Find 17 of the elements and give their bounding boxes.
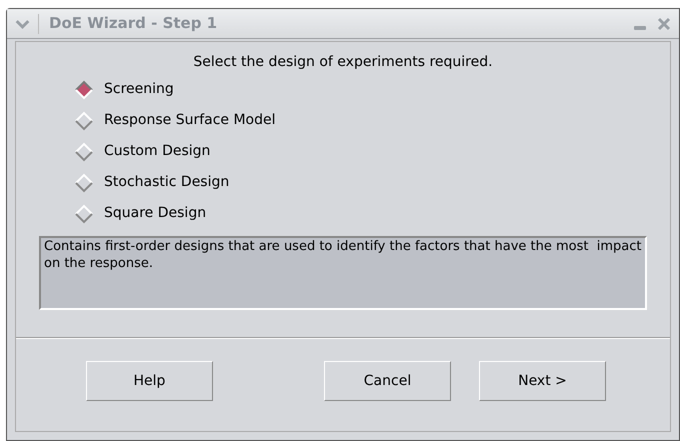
- close-icon[interactable]: [657, 16, 671, 30]
- window-title: DoE Wizard - Step 1: [49, 13, 218, 34]
- option-label[interactable]: Screening: [104, 79, 174, 100]
- option-label[interactable]: Stochastic Design: [104, 172, 230, 193]
- radio-button[interactable]: [74, 80, 94, 100]
- option-label[interactable]: Square Design: [104, 203, 206, 224]
- radio-button[interactable]: [74, 110, 94, 130]
- cancel-button[interactable]: Cancel: [324, 361, 451, 401]
- option-label[interactable]: Custom Design: [104, 141, 210, 162]
- next-button[interactable]: Next >: [479, 361, 606, 401]
- prompt-text: Select the design of experiments required.: [193, 53, 493, 72]
- help-button[interactable]: Help: [86, 361, 213, 401]
- description-box: Contains first-order designs that are used to identify the factors that have the most impact on the response.: [39, 236, 647, 310]
- radio-button[interactable]: [74, 172, 94, 192]
- radio-button[interactable]: [74, 142, 94, 162]
- option-label[interactable]: Response Surface Model: [104, 110, 276, 131]
- radio-button[interactable]: [74, 204, 94, 224]
